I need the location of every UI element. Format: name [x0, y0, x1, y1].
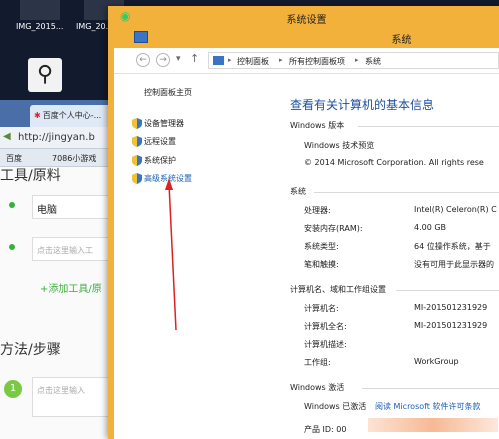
full-computer-name-label: 计算机全名:	[304, 322, 347, 331]
edition-section-header: Windows 版本	[290, 121, 345, 130]
processor-label: 处理器:	[304, 206, 331, 215]
computer-description-label: 计算机描述:	[304, 340, 347, 349]
browser-tab[interactable]: ✱ 百度个人中心-...	[30, 105, 120, 127]
advanced-system-settings-link[interactable]: 高级系统设置	[144, 173, 192, 184]
recent-dropdown-icon[interactable]: ▾	[176, 54, 181, 64]
ram-value: 4.00 GB	[414, 223, 447, 232]
inner-window-title: 系统	[391, 35, 412, 46]
browser-tab-title: 百度个人中心-...	[42, 111, 102, 120]
section-divider	[314, 192, 499, 193]
system-protection-link[interactable]: 系统保护	[144, 155, 176, 166]
breadcrumb[interactable]: ▸ 控制面板 ▸ 所有控制面板项 ▸ 系统	[208, 52, 499, 69]
workgroup-value: WorkGroup	[414, 357, 459, 366]
shield-icon	[132, 173, 142, 184]
bullet-icon	[9, 202, 15, 208]
breadcrumb-system[interactable]: 系统	[365, 56, 381, 67]
pen-touch-label: 笔和触摸:	[304, 260, 339, 269]
system-type-label: 系统类型:	[304, 242, 339, 251]
outer-window-title: 系统设置	[286, 15, 327, 26]
computer-name-section-header: 计算机名、域和工作组设置	[290, 285, 386, 294]
step-number-badge: 1	[4, 380, 22, 398]
computer-name-value: MI-201501231929	[414, 303, 488, 312]
redacted-product-id	[368, 418, 498, 432]
system-section-header: 系统	[290, 187, 306, 196]
steps-heading: 方法/步骤	[0, 342, 61, 358]
section-divider	[396, 290, 499, 291]
navigation-bar: ← → ▾ ↑ ▸ 控制面板 ▸ 所有控制面板项 ▸ 系统	[114, 48, 499, 74]
baidu-paw-icon: ✱	[34, 111, 41, 120]
edition-name: Windows 技术预览	[304, 141, 375, 150]
pen-touch-value: 没有可用于此显示器的	[414, 260, 494, 269]
control-panel-home-link[interactable]: 控制面板主页	[144, 87, 192, 98]
ram-label: 安装内存(RAM):	[304, 224, 363, 233]
shield-icon	[132, 155, 142, 166]
breadcrumb-separator-icon: ▸	[355, 56, 359, 64]
breadcrumb-all-items[interactable]: 所有控制面板项	[289, 56, 345, 67]
processor-value: Intel(R) Celeron(R) C	[414, 205, 497, 214]
add-tool-link[interactable]: +添加工具/原	[40, 280, 102, 295]
system-window: ◉ 系统设置 系统 ← → ▾ ↑ ▸ 控制面板 ▸ 所有控制面板项 ▸ 系统 …	[108, 6, 499, 439]
shield-icon	[132, 136, 142, 147]
desktop-file-label[interactable]: IMG_2015...	[16, 22, 63, 31]
control-panel-icon	[213, 56, 224, 65]
back-button-icon[interactable]: ←	[136, 53, 150, 67]
device-manager-link[interactable]: 设备管理器	[144, 118, 184, 129]
remote-settings-link[interactable]: 远程设置	[144, 136, 176, 147]
forward-button-icon[interactable]: →	[156, 53, 170, 67]
license-terms-link[interactable]: 阅读 Microsoft 软件许可条款	[375, 401, 481, 412]
usb-drive-icon[interactable]: ⚲	[28, 58, 62, 92]
full-computer-name-value: MI-201501231929	[414, 321, 488, 330]
tools-heading: 工具/原料	[0, 168, 61, 184]
section-divider	[362, 388, 499, 389]
copyright-text: © 2014 Microsoft Corporation. All rights…	[304, 158, 484, 167]
bullet-icon	[9, 244, 15, 250]
activation-section-header: Windows 激活	[290, 383, 345, 392]
computer-name-label: 计算机名:	[304, 304, 339, 313]
up-button-icon[interactable]: ↑	[190, 52, 199, 65]
system-info-pane: 查看有关计算机的基本信息 Windows 版本 Windows 技术预览 © 2…	[278, 75, 499, 439]
outer-title-bar[interactable]: ◉ 系统设置	[114, 6, 499, 28]
inner-title-bar[interactable]: 系统	[114, 28, 499, 48]
breadcrumb-separator-icon: ▸	[228, 56, 232, 64]
back-arrow-icon[interactable]: ◀	[3, 131, 11, 142]
activation-status: Windows 已激活	[304, 402, 367, 411]
bookmark-7086[interactable]: 7086小游戏	[52, 153, 96, 164]
browser-url[interactable]: http://jingyan.b	[18, 132, 95, 143]
section-divider	[358, 126, 499, 127]
bookmark-baidu[interactable]: 百度	[6, 153, 22, 164]
page-title: 查看有关计算机的基本信息	[290, 98, 435, 112]
breadcrumb-separator-icon: ▸	[279, 56, 283, 64]
breadcrumb-control-panel[interactable]: 控制面板	[237, 56, 269, 67]
left-task-pane: 控制面板主页 设备管理器 远程设置 系统保护 高级系统设置	[114, 75, 278, 439]
shield-icon	[132, 118, 142, 129]
system-type-value: 64 位操作系统，基于	[414, 242, 491, 251]
product-id: 产品 ID: 00	[304, 425, 347, 434]
workgroup-label: 工作组:	[304, 358, 331, 367]
desktop-file-thumbnail[interactable]	[20, 0, 60, 20]
